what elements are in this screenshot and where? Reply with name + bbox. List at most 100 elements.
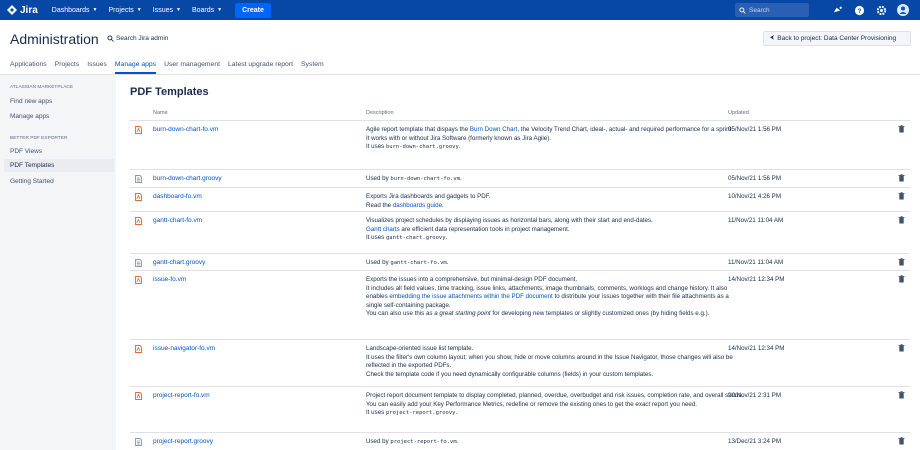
- description-text: It uses the filter's own column layout: …: [366, 353, 733, 370]
- sidebar-item-manage-apps[interactable]: Manage apps: [4, 110, 114, 123]
- groovy-file-icon: [135, 259, 142, 267]
- admin-search-label: Search Jira admin: [116, 35, 169, 42]
- sidebar-item-pdf-views[interactable]: PDF Views: [4, 145, 114, 158]
- tabs-divider: [0, 74, 920, 75]
- trash-icon[interactable]: [898, 275, 905, 283]
- description-text: You can also use this as: [366, 310, 435, 318]
- template-name-link[interactable]: gantt-chart-fo.vm: [153, 217, 202, 224]
- tab-latest-upgrade-report[interactable]: Latest upgrade report: [228, 61, 293, 74]
- user-avatar[interactable]: [896, 3, 910, 17]
- nav-issues[interactable]: Issues ▼: [153, 7, 181, 14]
- global-search-input[interactable]: Search: [735, 3, 809, 17]
- page-title: Administration: [10, 31, 99, 47]
- nav-projects[interactable]: Projects ▼: [109, 7, 142, 14]
- sidebar-item-getting-started[interactable]: Getting Started: [4, 175, 114, 188]
- template-name-link[interactable]: issue-navigator-fo.vm: [153, 345, 215, 352]
- table-row: project-report.groovy Used by project-rep…: [130, 433, 910, 450]
- template-description: Used by gantt-chart-fo.vm.: [366, 259, 746, 268]
- description-text: Check the template code if you need dyna…: [366, 370, 654, 378]
- description-text: are efficient data representation tools …: [399, 225, 570, 233]
- trash-icon[interactable]: [898, 192, 905, 200]
- description-text: Agile report template that dispays the: [366, 126, 470, 133]
- template-description: Exports Jira dashboards and gadgets to P…: [366, 193, 746, 210]
- updated-timestamp: 10/Nov/21 4:26 PM: [728, 193, 781, 200]
- table-row: issue-navigator-fo.vm Landscape-oriented …: [130, 340, 910, 387]
- template-name-link[interactable]: dashboard-fo.vm: [153, 193, 202, 200]
- pdf-file-icon: [135, 126, 142, 134]
- tab-system[interactable]: System: [301, 61, 324, 74]
- groovy-file-icon: [135, 438, 142, 446]
- settings-gear-icon[interactable]: [874, 3, 888, 17]
- pdf-file-icon: [135, 392, 142, 400]
- admin-search-link[interactable]: Search Jira admin: [107, 35, 168, 42]
- nav-dashboards[interactable]: Dashboards ▼: [52, 7, 98, 14]
- column-header-name: Name: [153, 110, 168, 116]
- description-text: It uses: [366, 409, 386, 417]
- description-text: , the Velocity Trend Chart, ideal-, actu…: [517, 126, 733, 133]
- template-name-link[interactable]: burn-down-chart-fo.vm: [153, 126, 218, 133]
- trash-icon[interactable]: [898, 125, 905, 133]
- nav-boards-label: Boards: [191, 6, 215, 14]
- description-code: gantt-chart-fo.vm: [390, 260, 447, 266]
- updated-timestamp: 11/Nov/21 11:04 AM: [728, 259, 784, 266]
- description-text: It works with or without Jira Software (…: [366, 134, 551, 142]
- jira-logo-icon: [7, 5, 17, 15]
- description-text: Used by: [366, 175, 391, 182]
- column-header-updated: Updated: [728, 110, 749, 116]
- jira-logo[interactable]: Jira: [6, 4, 38, 16]
- description-link[interactable]: Gantt charts: [366, 226, 400, 233]
- brand-name: Jira: [20, 4, 38, 16]
- description-code: project-report.groovy: [385, 410, 456, 417]
- template-description: Project report document template to disp…: [366, 392, 746, 418]
- template-name-link[interactable]: project-report-fo.vm: [153, 392, 210, 399]
- description-text: It uses: [366, 143, 386, 151]
- trash-icon[interactable]: [898, 174, 905, 182]
- description-text: .: [458, 143, 461, 151]
- nav-issues-label: Issues: [152, 6, 173, 14]
- description-text: Used by: [366, 259, 391, 266]
- nav-projects-label: Projects: [108, 6, 134, 14]
- template-name-link[interactable]: burn-down-chart.groovy: [153, 175, 222, 182]
- description-link[interactable]: Burn Down Chart: [470, 126, 517, 133]
- template-description: Exports the issues into a comprehensive,…: [366, 276, 746, 319]
- template-name-link[interactable]: project-report.groovy: [153, 438, 213, 445]
- trash-icon[interactable]: [898, 216, 905, 224]
- back-to-project-button[interactable]: ⮜ Back to project: Data Center Provision…: [763, 31, 911, 46]
- trash-icon[interactable]: [898, 391, 905, 399]
- trash-icon[interactable]: [898, 258, 905, 266]
- search-placeholder: Search: [749, 6, 770, 14]
- search-icon: [107, 35, 114, 42]
- description-text: for developing new templates or slightly…: [490, 310, 710, 318]
- description-link[interactable]: dashboards guide: [393, 202, 442, 209]
- table-row: gantt-chart.groovy Used by gantt-chart-fo…: [130, 254, 910, 271]
- back-to-project-label: Back to project: Data Center Provisionin…: [777, 35, 897, 42]
- tab-manage-apps[interactable]: Manage apps: [114, 61, 157, 74]
- pdf-file-icon: [135, 276, 142, 284]
- tab-user-management[interactable]: User management: [164, 61, 220, 74]
- description-text: .: [442, 201, 444, 209]
- template-description: Agile report template that dispays the B…: [366, 126, 746, 152]
- chevron-down-icon: ▼: [92, 7, 98, 13]
- description-emphasis: a great starting point: [434, 310, 491, 318]
- chevron-down-icon: ▼: [217, 7, 223, 13]
- description-text: Read the: [366, 201, 393, 209]
- template-name-link[interactable]: issue-fo.vm: [153, 276, 186, 283]
- tab-applications[interactable]: Applications: [10, 61, 47, 74]
- nav-boards[interactable]: Boards ▼: [192, 7, 222, 14]
- template-description: Used by burn-down-chart-fo.vm.: [366, 175, 746, 184]
- trash-icon[interactable]: [898, 344, 905, 352]
- sidebar-item-find-new-apps[interactable]: Find new apps: [4, 95, 114, 108]
- template-name-link[interactable]: gantt-chart.groovy: [153, 259, 205, 266]
- help-icon[interactable]: ?: [852, 3, 866, 17]
- sidebar-item-pdf-templates[interactable]: PDF Templates: [4, 159, 114, 172]
- updated-timestamp: 05/Nov/21 1:56 PM: [728, 175, 781, 182]
- notifications-icon[interactable]: [830, 3, 844, 17]
- sidebar-section-better-pdf-exporter: BETTER PDF EXPORTER: [10, 136, 68, 141]
- tab-issues[interactable]: Issues: [87, 61, 107, 74]
- tab-projects[interactable]: Projects: [55, 61, 80, 74]
- description-text: report you need.: [650, 400, 697, 408]
- description-link[interactable]: embedding the issue attachments within t…: [389, 293, 552, 300]
- trash-icon[interactable]: [898, 437, 905, 445]
- description-text: It uses: [366, 234, 386, 242]
- create-button[interactable]: Create: [235, 2, 271, 18]
